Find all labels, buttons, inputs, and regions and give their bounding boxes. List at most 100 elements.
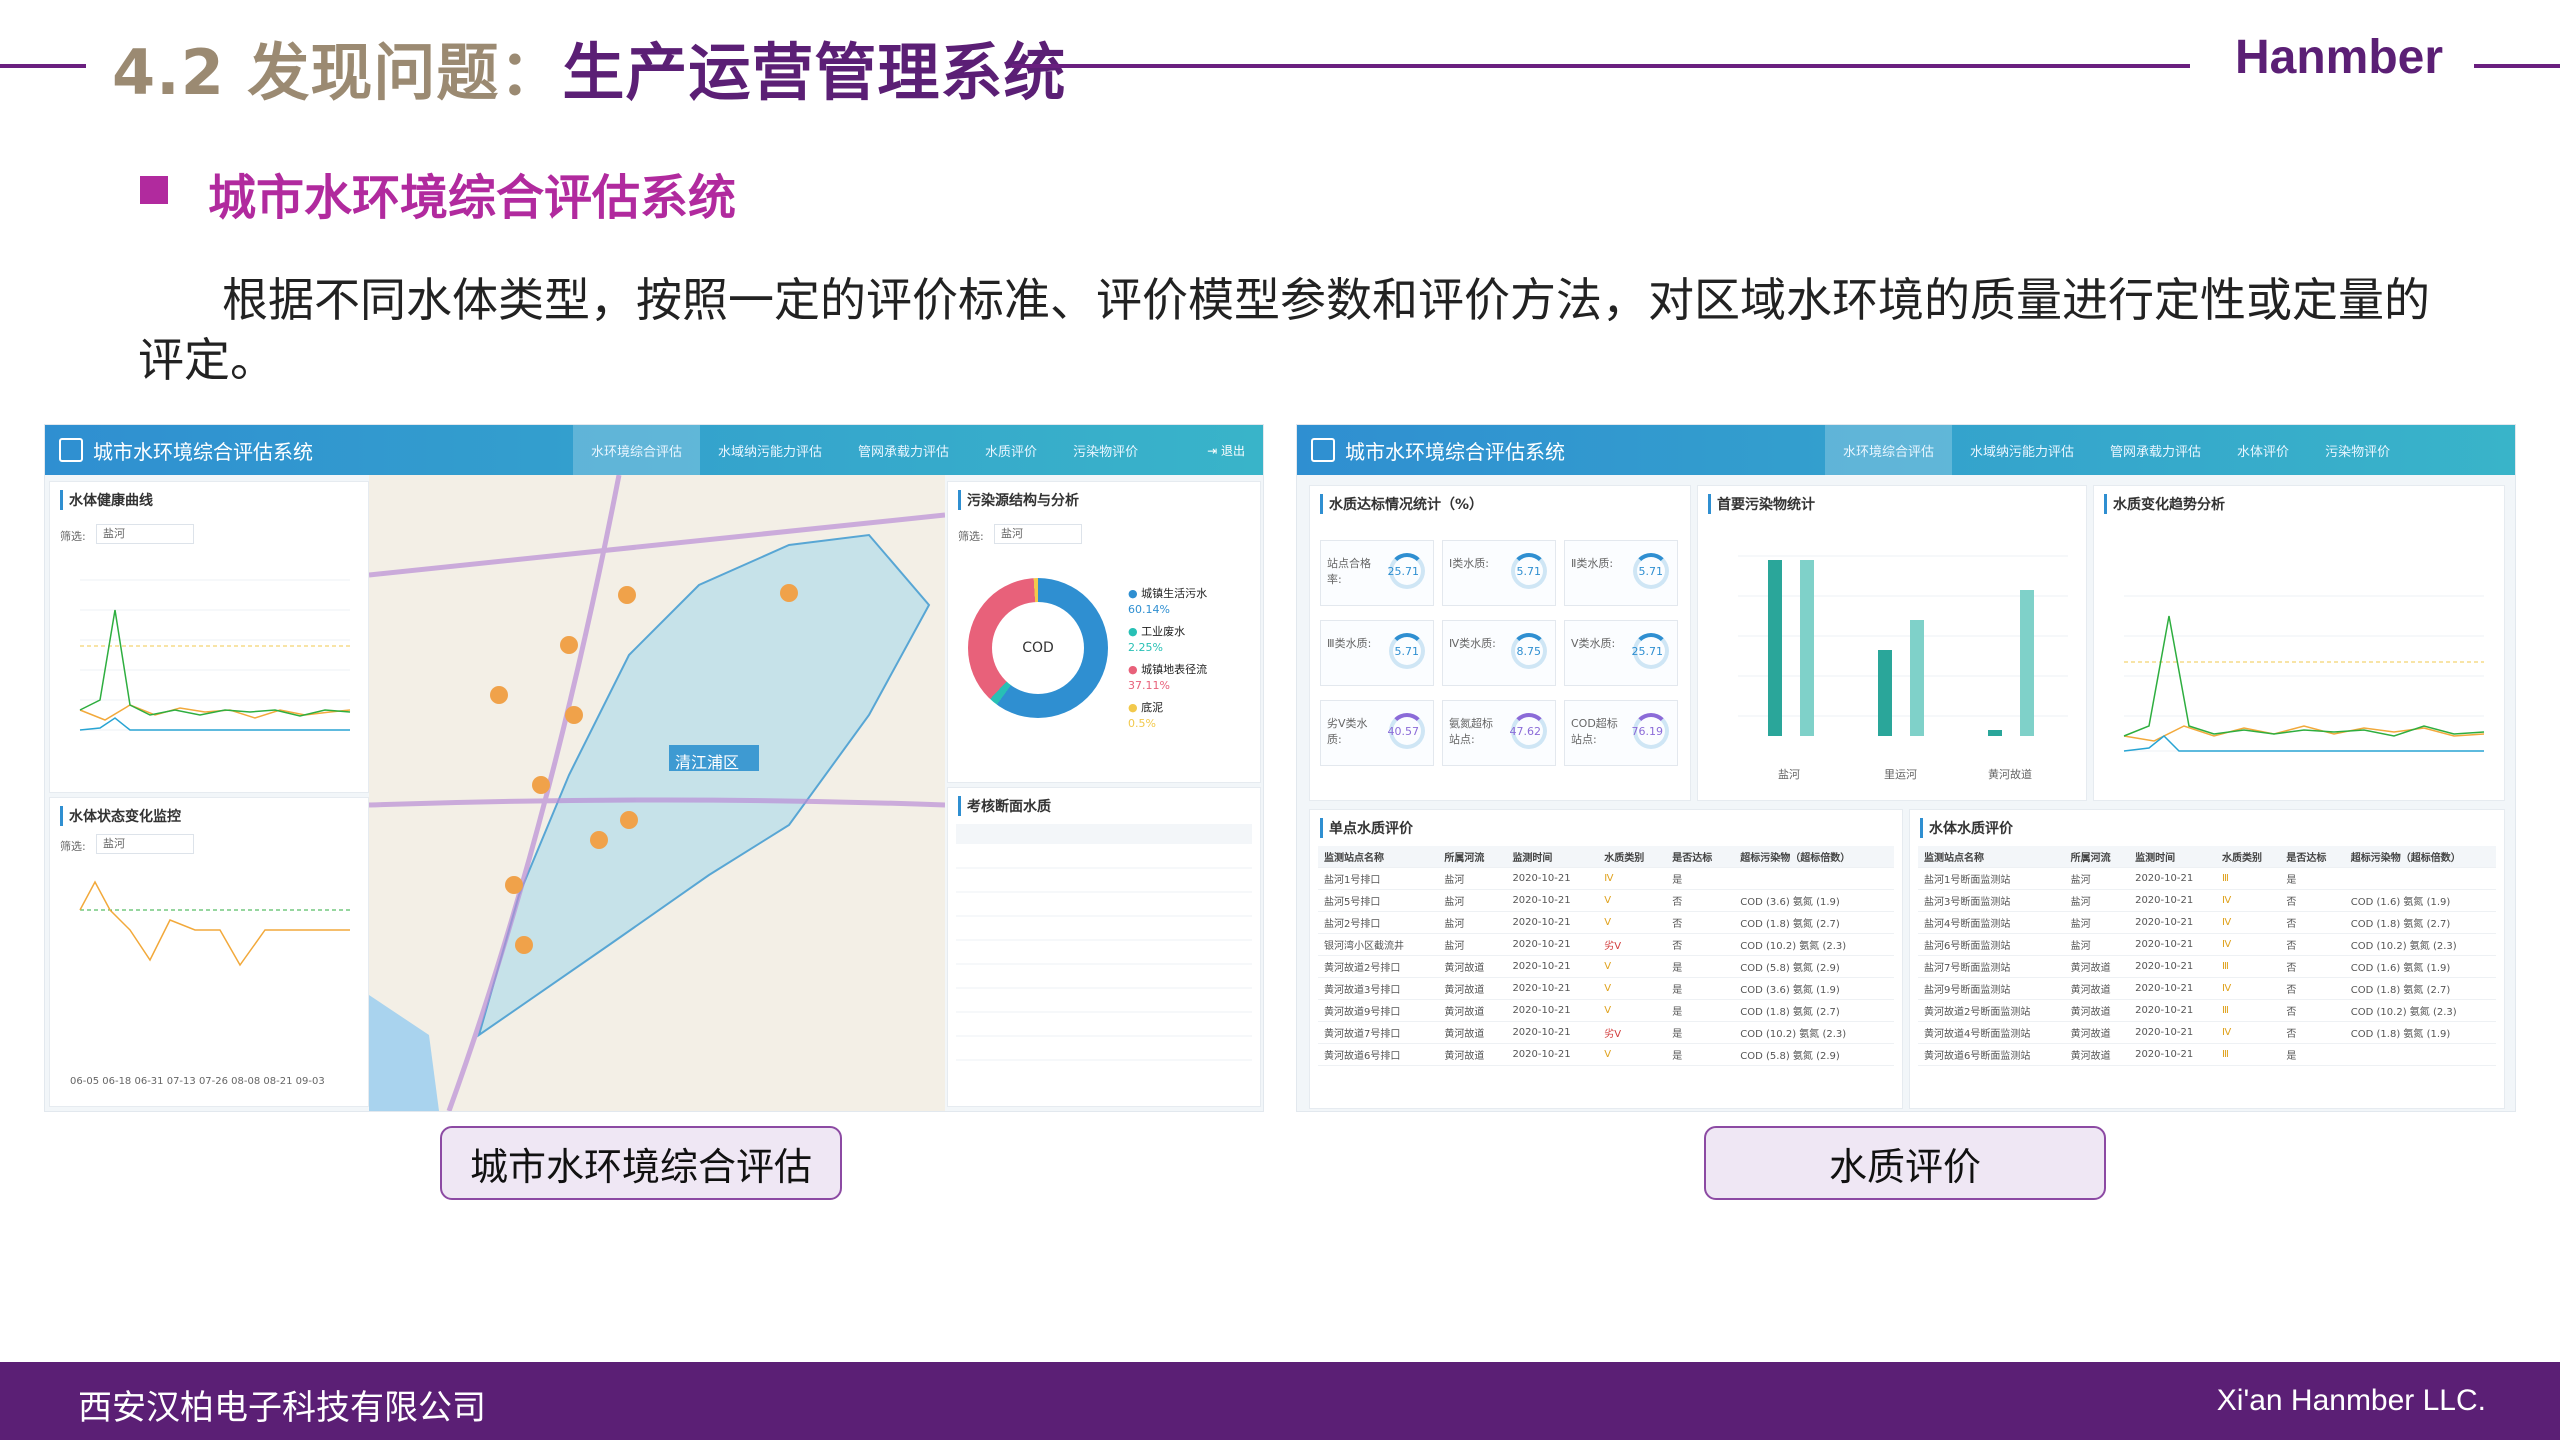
table-cell: Ⅳ bbox=[2215, 1021, 2281, 1044]
filter-label: 筛选: bbox=[60, 530, 86, 543]
legend-item: ● 城镇生活污水 60.14% bbox=[1128, 587, 1208, 616]
panel-title: 水质达标情况统计（%） bbox=[1320, 494, 1483, 514]
panel-title: 单点水质评价 bbox=[1320, 818, 1413, 838]
table-row: 黄河故道2号断面监测站 黄河故道 2020-10-21 Ⅲ 否 COD (10.2) 氨氮… bbox=[1918, 999, 2496, 1022]
panel-title: 首要污染物统计 bbox=[1708, 494, 1815, 514]
table-cell: COD (10.2) 氨氮 (2.3) bbox=[2344, 999, 2496, 1022]
source-donut: COD bbox=[968, 578, 1108, 718]
legend-item: ● 底泥 0.5% bbox=[1128, 701, 1164, 730]
table-cell: 否 bbox=[1666, 911, 1735, 934]
table-cell: 2020-10-21 bbox=[2129, 889, 2216, 912]
caption-right: 水质评价 bbox=[1704, 1126, 2106, 1200]
table-cell: COD (1.8) 氨氮 (1.9) bbox=[2344, 1021, 2496, 1044]
table-cell: 黄河故道 bbox=[1438, 1021, 1507, 1044]
table-cell: 盐河9号断面监测站 bbox=[1918, 977, 2065, 1000]
table-cell: 黄河故道 bbox=[2064, 977, 2130, 1000]
nav-item[interactable]: 水质评价 bbox=[967, 425, 1055, 476]
nav-item[interactable]: 污染物评价 bbox=[2307, 425, 2408, 476]
district-label: 清江浦区 bbox=[675, 753, 740, 772]
nav-item[interactable]: 水域纳污能力评估 bbox=[1952, 425, 2092, 476]
nav-item[interactable]: 水域纳污能力评估 bbox=[700, 425, 840, 476]
kpi-card: Ⅳ类水质: 8.75 bbox=[1442, 620, 1556, 686]
health-line-chart bbox=[79, 579, 351, 731]
nav-item[interactable]: 污染物评价 bbox=[1055, 425, 1156, 476]
table-cell: 2020-10-21 bbox=[1506, 1043, 1599, 1066]
panel-state-monitor: 水体状态变化监控 筛选: 盐河 06-05 06-18 06-31 07-13 … bbox=[49, 797, 369, 1107]
table-cell: 是 bbox=[1666, 999, 1735, 1022]
panel-primary-pollutant: 首要污染物统计 盐河 里运河 黄河故道 bbox=[1697, 485, 2087, 801]
panel-title: 水质变化趋势分析 bbox=[2104, 494, 2225, 514]
table-row: 黄河故道6号断面监测站 黄河故道 2020-10-21 Ⅲ 是 bbox=[1918, 1043, 2496, 1066]
table-cell: 盐河1号断面监测站 bbox=[1918, 867, 2065, 890]
filter-select[interactable]: 盐河 bbox=[994, 524, 1082, 544]
table-cell: COD (1.8) 氨氮 (2.7) bbox=[1734, 911, 1894, 934]
table-cell: 黄河故道6号断面监测站 bbox=[1918, 1043, 2065, 1066]
panel-title: 水体状态变化监控 bbox=[60, 806, 181, 826]
caption-right-label: 水质评价 bbox=[1828, 1144, 1981, 1189]
filter-select[interactable]: 盐河 bbox=[96, 524, 194, 544]
legend-item: ● 工业废水 2.25% bbox=[1128, 625, 1186, 654]
brand-logo: Hanmber bbox=[2235, 31, 2444, 84]
nav-item[interactable]: 管网承载力评估 bbox=[840, 425, 967, 476]
table-row: 盐河9号断面监测站 黄河故道 2020-10-21 Ⅳ 否 COD (1.8) 氨氮 (2… bbox=[1918, 977, 2496, 1000]
footer-company-en: Xi'an Hanmber LLC. bbox=[2216, 1384, 2486, 1417]
table-cell: COD (10.2) 氨氮 (2.3) bbox=[2344, 933, 2496, 956]
map-canvas bbox=[368, 474, 946, 1111]
panel-pollution-source: 污染源结构与分析 筛选: 盐河 COD ● 城镇生活污水 60.14% ● 工业废… bbox=[947, 481, 1261, 783]
table-cell: 盐河 bbox=[2064, 867, 2130, 890]
filter-label: 筛选: bbox=[60, 840, 86, 853]
table-cell: Ⅴ bbox=[1598, 889, 1667, 912]
table-cell: 是 bbox=[2280, 867, 2345, 890]
table-cell: 2020-10-21 bbox=[1506, 867, 1599, 890]
filter-select[interactable]: 盐河 bbox=[96, 834, 194, 854]
table-cell: COD (1.8) 氨氮 (2.7) bbox=[2344, 911, 2496, 934]
title-text: 生产运营管理系统 bbox=[562, 36, 1067, 109]
header-line-left bbox=[0, 64, 86, 68]
table-cell: Ⅴ bbox=[1598, 1043, 1667, 1066]
table-cell: Ⅲ bbox=[2215, 867, 2281, 890]
table-cell: COD (5.8) 氨氮 (2.9) bbox=[1734, 955, 1894, 978]
logout-label: 退出 bbox=[1220, 443, 1245, 458]
table-cell: 盐河 bbox=[1438, 889, 1507, 912]
table-row: 黄河故道7号排口 黄河故道 2020-10-21 劣Ⅴ 是 COD (10.2) 氨氮 (… bbox=[1318, 1021, 1894, 1044]
date-axis: 06-05 06-18 06-31 07-13 07-26 08-08 08-2… bbox=[70, 1076, 325, 1087]
map-area[interactable]: 清江浦区 bbox=[368, 474, 946, 1111]
table-cell: 黄河故道 bbox=[1438, 955, 1507, 978]
table-cell: 黄河故道 bbox=[1438, 999, 1507, 1022]
table-cell: 否 bbox=[1666, 889, 1735, 912]
title-number: 4.2 发现问题： bbox=[112, 36, 563, 109]
table-cell: 是 bbox=[1666, 977, 1735, 1000]
panel-title: 污染源结构与分析 bbox=[958, 490, 1079, 510]
logout-link[interactable]: ⇥ 退出 bbox=[1207, 442, 1245, 459]
table-cell: 黄河故道7号排口 bbox=[1318, 1021, 1439, 1044]
table-cell: 2020-10-21 bbox=[1506, 889, 1599, 912]
nav-item[interactable]: 水环境综合评估 bbox=[1825, 425, 1953, 476]
table-cell: Ⅴ bbox=[1598, 911, 1667, 934]
kpi-card: 劣Ⅴ类水质: 40.57 bbox=[1320, 700, 1434, 766]
pollutant-bar-chart bbox=[1738, 555, 2068, 736]
donut-legend: ● 城镇生活污水 60.14% ● 工业废水 2.25% ● 城镇地表径流 37.11… bbox=[1128, 586, 1207, 732]
table-cell: 是 bbox=[2280, 1043, 2345, 1066]
nav-item[interactable]: 水体评价 bbox=[2219, 425, 2307, 476]
table-cell: 劣Ⅴ bbox=[1598, 933, 1667, 956]
table-cell: 盐河7号断面监测站 bbox=[1918, 955, 2065, 978]
table-cell: COD (3.6) 氨氮 (1.9) bbox=[1734, 977, 1894, 1000]
table-cell: COD (10.2) 氨氮 (2.3) bbox=[1734, 933, 1894, 956]
table-cell: 否 bbox=[2280, 933, 2345, 956]
nav-item[interactable]: 管网承载力评估 bbox=[2092, 425, 2219, 476]
panel-health-curve: 水体健康曲线 筛选: 盐河 bbox=[49, 481, 369, 793]
table-cell: 否 bbox=[2280, 999, 2345, 1022]
app-logo-icon bbox=[59, 438, 83, 462]
panel-title: 水体健康曲线 bbox=[60, 490, 153, 510]
table-cell: 盐河 bbox=[1438, 911, 1507, 934]
table-row: 盐河1号断面监测站 盐河 2020-10-21 Ⅲ 是 bbox=[1918, 867, 2496, 890]
table-header-row: 监测站点名称 所属河流 监测时间 水质类别 是否达标 超标污染物（超标倍数） bbox=[1318, 846, 1894, 868]
app-header: 城市水环境综合评估系统 水环境综合评估 水域纳污能力评估 管网承载力评估 水体评… bbox=[1297, 425, 2515, 476]
table-cell: 盐河 bbox=[2064, 933, 2130, 956]
nav-item[interactable]: 水环境综合评估 bbox=[573, 425, 701, 476]
table-cell: 2020-10-21 bbox=[2129, 933, 2216, 956]
description-paragraph: 根据不同水体类型，按照一定的评价标准、评价模型参数和评价方法，对区域水环境的质量… bbox=[138, 273, 2430, 387]
table-row: 盐河5号排口 盐河 2020-10-21 Ⅴ 否 COD (3.6) 氨氮 (1.9) bbox=[1318, 889, 1894, 912]
table-cell: Ⅳ bbox=[2215, 977, 2281, 1000]
panel-single-point: 单点水质评价 监测站点名称 所属河流 监测时间 水质类别 是否达标 超标污染物（超标倍数）… bbox=[1309, 809, 1903, 1109]
